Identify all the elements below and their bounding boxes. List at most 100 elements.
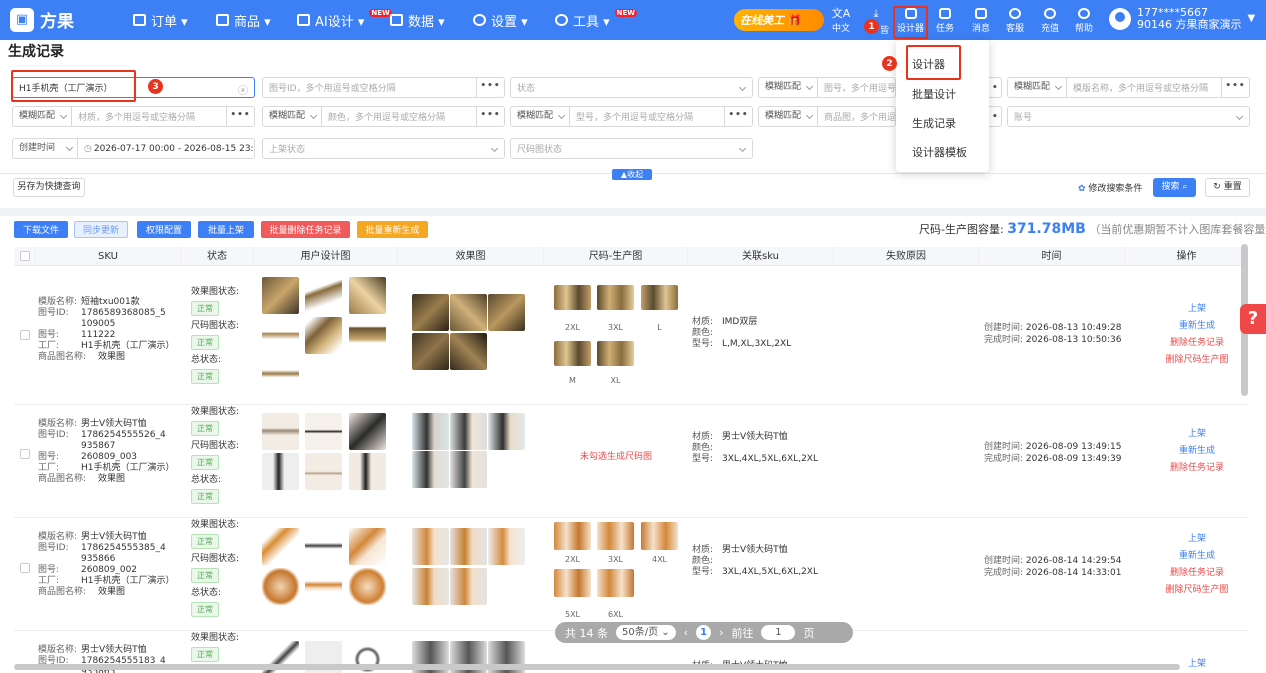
size-image[interactable] bbox=[597, 569, 634, 597]
design-image[interactable] bbox=[305, 528, 342, 565]
row-checkbox[interactable] bbox=[20, 330, 30, 340]
delete-size-image-link[interactable]: 删除尺码生产图 bbox=[1164, 352, 1230, 369]
tool-recharge[interactable]: 充值 bbox=[1036, 6, 1064, 34]
time-type-select[interactable]: 创建时间 bbox=[19, 139, 79, 158]
design-image[interactable] bbox=[349, 277, 386, 314]
nav-products[interactable]: 商品 ▾ bbox=[216, 0, 271, 40]
design-image[interactable] bbox=[349, 568, 386, 605]
nav-data[interactable]: 数据 ▾ bbox=[390, 0, 445, 40]
size-image[interactable] bbox=[597, 285, 634, 310]
menu-item-designer-templates[interactable]: 设计器模板 bbox=[912, 144, 967, 160]
tool-language[interactable]: 文A 中文 bbox=[827, 6, 855, 34]
design-image[interactable] bbox=[305, 317, 342, 354]
delete-size-image-link[interactable]: 删除尺码生产图 bbox=[1164, 582, 1230, 599]
effect-image[interactable] bbox=[412, 568, 449, 605]
pattern-id-input[interactable]: 图号ID，多个用逗号或空格分隔 ••• bbox=[262, 77, 505, 98]
user-menu[interactable]: 177****5667 90146 方果商家演示 ▼ bbox=[1109, 7, 1255, 31]
effect-image[interactable] bbox=[412, 413, 449, 450]
row-checkbox[interactable] bbox=[20, 563, 30, 573]
nav-tools[interactable]: 工具 ▾ NEW bbox=[555, 0, 638, 40]
nav-settings[interactable]: 设置 ▾ bbox=[473, 0, 528, 40]
material-input[interactable]: 模糊匹配 材质，多个用逗号或空格分隔 ••• bbox=[12, 106, 255, 127]
account-select[interactable]: 账号 bbox=[1007, 106, 1250, 127]
delete-task-link[interactable]: 删除任务记录 bbox=[1164, 565, 1230, 582]
more-icon[interactable]: ••• bbox=[476, 78, 504, 97]
effect-image[interactable] bbox=[412, 294, 449, 331]
clear-icon[interactable]: ⓧ bbox=[238, 82, 248, 97]
design-image[interactable] bbox=[262, 453, 299, 490]
effect-image[interactable] bbox=[450, 294, 487, 331]
design-image[interactable] bbox=[262, 317, 299, 354]
design-image[interactable] bbox=[305, 568, 342, 605]
tool-help[interactable]: 帮助 bbox=[1070, 6, 1098, 34]
permission-config-button[interactable]: 权限配置 bbox=[137, 221, 191, 238]
size-image[interactable] bbox=[554, 569, 591, 597]
search-button[interactable]: 搜索 ⌕ bbox=[1153, 178, 1196, 197]
listing-status-select[interactable]: 上架状态 bbox=[262, 138, 505, 159]
regenerate-link[interactable]: 重新生成 bbox=[1164, 548, 1230, 565]
effect-image[interactable] bbox=[488, 294, 525, 331]
current-page[interactable]: 1 bbox=[696, 625, 712, 640]
design-image[interactable] bbox=[349, 453, 386, 490]
color-input[interactable]: 模糊匹配 颜色，多个用逗号或空格分隔 ••• bbox=[262, 106, 505, 127]
effect-image[interactable] bbox=[450, 528, 487, 565]
online-designer-promo[interactable]: 在线美工 🎁 bbox=[734, 9, 824, 31]
next-page-button[interactable]: › bbox=[719, 626, 723, 639]
effect-image[interactable] bbox=[450, 568, 487, 605]
design-image[interactable] bbox=[262, 413, 299, 450]
effect-image[interactable] bbox=[412, 451, 449, 488]
design-image[interactable] bbox=[305, 277, 342, 314]
design-image[interactable] bbox=[262, 568, 299, 605]
date-range-picker[interactable]: 创建时间 ◷ 2026-07-17 00:00 - 2026-08-15 23:59 bbox=[12, 138, 255, 159]
modify-search-button[interactable]: ✿ 修改搜索条件 bbox=[1078, 181, 1142, 194]
design-image[interactable] bbox=[305, 413, 342, 450]
delete-task-link[interactable]: 删除任务记录 bbox=[1164, 335, 1230, 352]
size-image[interactable] bbox=[597, 522, 634, 550]
template-input[interactable]: 模糊匹配 模版名称，多个用逗号或空格分隔 ••• bbox=[1007, 77, 1250, 98]
size-image[interactable] bbox=[641, 522, 678, 550]
tool-task[interactable]: 任务 bbox=[931, 6, 959, 34]
effect-image[interactable] bbox=[488, 528, 525, 565]
menu-item-generation-records[interactable]: 生成记录 bbox=[912, 115, 956, 131]
menu-item-batch-design[interactable]: 批量设计 bbox=[912, 86, 956, 102]
match-mode-select[interactable]: 模糊匹配 bbox=[1014, 78, 1068, 97]
list-link[interactable]: 上架 bbox=[1164, 426, 1230, 443]
more-icon[interactable]: ••• bbox=[724, 107, 752, 126]
sync-update-button[interactable]: 同步更新 bbox=[74, 221, 128, 238]
collapse-button[interactable]: ▲收起 bbox=[612, 169, 652, 180]
design-image[interactable] bbox=[349, 528, 386, 565]
effect-image[interactable] bbox=[450, 333, 487, 370]
batch-delete-tasks-button[interactable]: 批量删除任务记录 bbox=[261, 221, 350, 238]
nav-orders[interactable]: 订单 ▾ bbox=[133, 0, 188, 40]
more-icon[interactable]: ••• bbox=[1221, 78, 1249, 97]
download-files-button[interactable]: 下载文件 bbox=[14, 221, 68, 238]
more-icon[interactable]: ••• bbox=[226, 107, 254, 126]
size-image[interactable] bbox=[554, 522, 591, 550]
effect-image[interactable] bbox=[412, 528, 449, 565]
tool-message[interactable]: 消息 bbox=[967, 6, 995, 34]
size-image[interactable] bbox=[554, 341, 591, 366]
size-image-status-select[interactable]: 尺码图状态 bbox=[510, 138, 753, 159]
design-image[interactable] bbox=[262, 528, 299, 565]
tool-service[interactable]: 客服 bbox=[1001, 6, 1029, 34]
row-checkbox[interactable] bbox=[20, 449, 30, 459]
design-image[interactable] bbox=[349, 317, 386, 354]
status-select[interactable]: 状态 bbox=[510, 77, 753, 98]
design-image[interactable] bbox=[305, 453, 342, 490]
match-mode-select[interactable]: 模糊匹配 bbox=[517, 107, 571, 126]
pattern-no-input[interactable]: 模糊匹配图号，多个用逗号或空格分隔 bbox=[758, 77, 896, 98]
product-image-input[interactable]: 模糊匹配商品图，多个用逗号或空格分隔 bbox=[758, 106, 896, 127]
reset-button[interactable]: ↻ 重置 bbox=[1205, 178, 1250, 197]
nav-ai-design[interactable]: AI设计 ▾ NEW bbox=[297, 0, 392, 40]
save-quick-query-button[interactable]: 另存为快捷查询 bbox=[13, 178, 85, 197]
match-mode-select[interactable]: 模糊匹配 bbox=[269, 107, 323, 126]
list-link[interactable]: 上架 bbox=[1164, 531, 1230, 548]
select-all-checkbox[interactable] bbox=[20, 251, 30, 261]
design-image[interactable] bbox=[262, 357, 299, 394]
horizontal-scrollbar[interactable] bbox=[14, 664, 1180, 670]
brand-logo[interactable]: ▣ 方果 bbox=[10, 7, 74, 32]
delete-task-link[interactable]: 删除任务记录 bbox=[1164, 460, 1230, 477]
page-size-select[interactable]: 50条/页 ⌄ bbox=[616, 625, 676, 640]
batch-list-button[interactable]: 批量上架 bbox=[198, 221, 254, 238]
list-link[interactable]: 上架 bbox=[1164, 301, 1230, 318]
